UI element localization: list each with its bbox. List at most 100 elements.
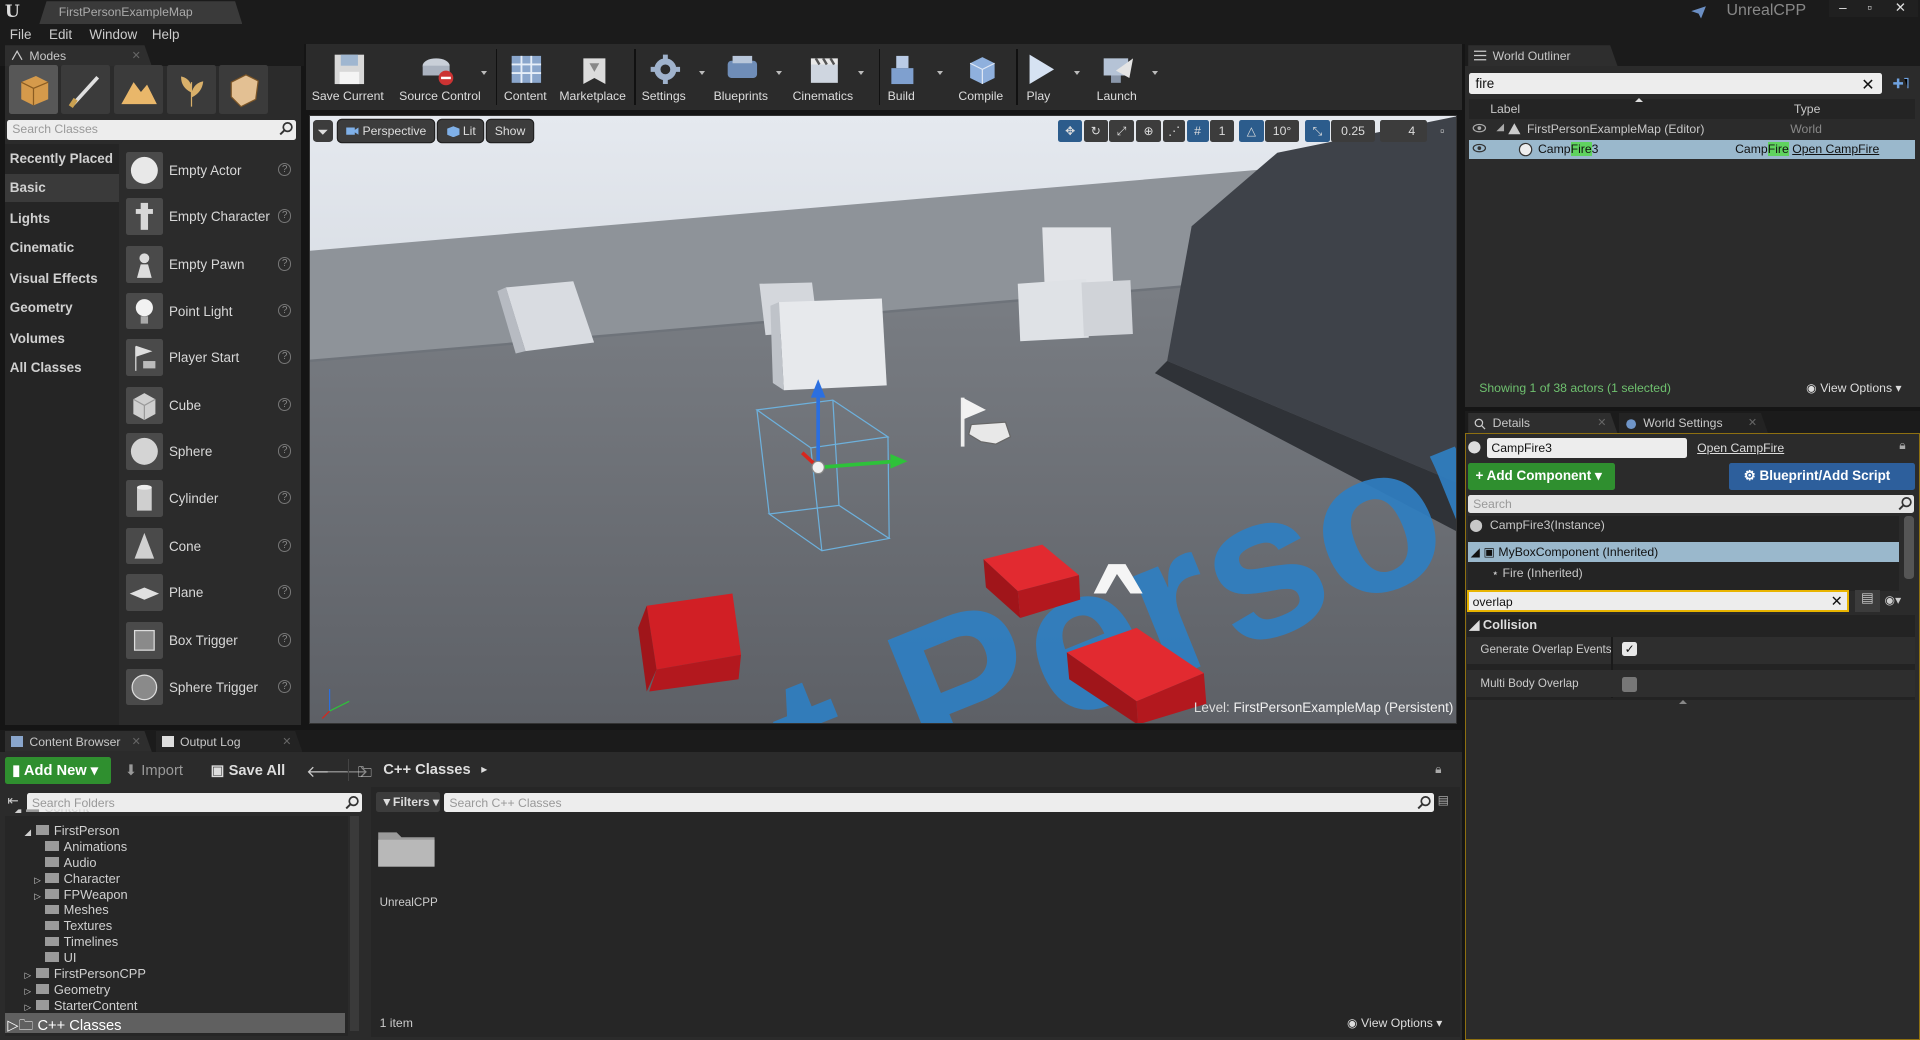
clear-filter-icon[interactable]: ✕ <box>1831 593 1843 610</box>
tree-row[interactable]: ◢FirstPerson <box>24 823 119 838</box>
place-item-cylinder[interactable]: Cylinder? <box>122 475 298 520</box>
minimize-button[interactable]: – <box>1829 0 1856 17</box>
place-item-empty-pawn[interactable]: Empty Pawn? <box>122 241 298 286</box>
generate-overlap-events-checkbox[interactable]: ✓ <box>1622 642 1637 657</box>
clear-search-icon[interactable]: ✕ <box>1861 75 1874 95</box>
search-folders-input[interactable]: Search Folders <box>27 793 363 811</box>
close-window-button[interactable]: ✕ <box>1883 0 1917 17</box>
content-button[interactable]: Content <box>489 49 562 108</box>
marketplace-button[interactable]: Marketplace <box>556 49 629 108</box>
tab-content-browser[interactable]: Content Browser ✕ <box>5 731 152 752</box>
help-icon[interactable]: ? <box>278 350 291 363</box>
expand-arrow-icon[interactable]: ▷ <box>34 891 45 902</box>
tree-row[interactable]: Textures <box>34 918 112 933</box>
geometry-mode-button[interactable] <box>219 65 268 114</box>
category-visual-effects[interactable]: Visual Effects <box>5 264 119 292</box>
category-geometry[interactable]: Geometry <box>5 294 119 322</box>
tree-row[interactable]: ▷Character <box>34 871 120 886</box>
play-button[interactable]: Play <box>1002 49 1075 108</box>
details-search-input[interactable]: Search <box>1468 495 1914 513</box>
grid-snap-value[interactable]: 1 <box>1210 120 1234 142</box>
tree-row-cpp-classes[interactable]: ▷🗀︎ C++ Classes <box>7 1015 121 1039</box>
tree-row[interactable]: ▷FirstPersonCPP <box>24 966 145 981</box>
tree-row[interactable]: Meshes <box>34 902 108 917</box>
grid-snap-icon[interactable]: # <box>1187 120 1209 142</box>
content-view-options[interactable]: ◉ View Options ▾ <box>1347 1016 1443 1030</box>
eye-icon[interactable] <box>1472 122 1487 134</box>
category-volumes[interactable]: Volumes <box>5 324 119 352</box>
tree-row[interactable]: ▷Geometry <box>24 982 110 997</box>
place-item-sphere[interactable]: Sphere? <box>122 429 298 474</box>
level-viewport[interactable]: st Person Tem <box>309 115 1458 724</box>
help-icon[interactable]: ? <box>278 304 291 317</box>
settings-button[interactable]: Settings <box>627 49 700 108</box>
menu-window[interactable]: Window <box>89 27 137 42</box>
category-cinematic[interactable]: Cinematic <box>5 234 119 262</box>
folder-tile-unrealcpp[interactable] <box>377 825 436 869</box>
add-component-button[interactable]: + Add Component ▾ <box>1468 463 1615 490</box>
category-lights[interactable]: Lights <box>5 204 119 232</box>
save-search-icon[interactable]: ▤ <box>1438 793 1450 807</box>
component-instance[interactable]: ⬤ CampFire3(Instance) <box>1469 518 1604 532</box>
actor-name-field[interactable]: CampFire3 <box>1487 438 1688 458</box>
collapse-arrow-icon[interactable]: ◢ <box>1471 545 1480 559</box>
visibility-filter-icon[interactable]: ◉▾ <box>1885 593 1902 607</box>
place-item-box-trigger[interactable]: Box Trigger? <box>122 617 298 662</box>
help-icon[interactable]: ? <box>278 491 291 504</box>
column-type-header[interactable]: Type <box>1794 102 1821 116</box>
save-current-button[interactable]: Save Current <box>311 49 384 108</box>
collapse-arrow-icon[interactable]: ◢ <box>1469 617 1479 632</box>
menu-edit[interactable]: Edit <box>49 27 72 42</box>
help-icon[interactable]: ? <box>278 163 291 176</box>
help-icon[interactable]: ? <box>278 209 291 222</box>
help-icon[interactable]: ? <box>278 398 291 411</box>
component-tree-scrollbar[interactable] <box>1904 516 1914 580</box>
close-icon[interactable]: ✕ <box>132 49 141 62</box>
paint-mode-button[interactable] <box>61 65 110 114</box>
collapse-advanced-icon[interactable] <box>1679 700 1687 704</box>
path-breadcrumb[interactable]: C++ Classes <box>383 762 470 778</box>
place-item-cone[interactable]: Cone? <box>122 523 298 568</box>
eye-icon[interactable] <box>1472 142 1487 154</box>
source-control-button[interactable]: Source Control <box>399 49 472 108</box>
help-icon[interactable]: ? <box>278 539 291 552</box>
collapse-arrow-icon[interactable]: ◢ <box>24 827 35 838</box>
foliage-mode-button[interactable] <box>167 65 216 114</box>
close-icon[interactable]: ✕ <box>132 735 141 748</box>
search-classes-input[interactable]: Search Classes <box>7 120 296 140</box>
column-label-header[interactable]: Label <box>1490 102 1520 116</box>
collapse-arrow-icon[interactable]: ▷ <box>7 1018 18 1034</box>
add-filter-icon[interactable] <box>1892 76 1909 91</box>
scale-snap-icon[interactable]: ⤡ <box>1305 120 1329 142</box>
menu-file[interactable]: File <box>10 27 32 42</box>
help-icon[interactable]: ? <box>278 585 291 598</box>
category-basic[interactable]: Basic <box>5 174 119 202</box>
maximize-button[interactable]: ▫ <box>1856 0 1883 17</box>
show-button[interactable]: Show <box>487 120 532 142</box>
cinematics-button[interactable]: Cinematics <box>786 49 859 108</box>
launch-button[interactable]: Launch <box>1080 49 1153 108</box>
scale-snap-value[interactable]: 0.25 <box>1331 120 1375 142</box>
tab-output-log[interactable]: Output Log ✕ <box>156 731 303 752</box>
component-fire[interactable]: ⋆ Fire (Inherited) <box>1491 566 1582 580</box>
chevron-down-icon[interactable] <box>1152 71 1158 75</box>
world-space-icon[interactable]: ⊕ <box>1136 120 1160 142</box>
tab-details[interactable]: Details ✕ <box>1468 413 1617 434</box>
outliner-row-campfire3[interactable]: CampFire3 CampFire Open CampFire <box>1469 140 1915 160</box>
lock-icon[interactable]: 🔒︎ <box>1899 438 1906 453</box>
blueprints-button[interactable]: Blueprints <box>704 49 777 108</box>
breadcrumb-arrow-icon[interactable]: ▸ <box>481 762 487 776</box>
filters-button[interactable]: ▼Filters ▾ <box>376 792 440 812</box>
collapse-arrow-icon[interactable]: ◢ <box>1496 122 1504 133</box>
close-icon[interactable]: ✕ <box>282 735 291 748</box>
help-icon[interactable]: ? <box>278 257 291 270</box>
collision-section-header[interactable]: ◢ Collision <box>1469 617 1537 633</box>
help-icon[interactable]: ? <box>278 680 291 693</box>
chevron-down-icon[interactable] <box>481 71 487 75</box>
menu-help[interactable]: Help <box>152 27 180 42</box>
place-item-plane[interactable]: Plane? <box>122 569 298 614</box>
landscape-mode-button[interactable] <box>114 65 163 114</box>
blueprint-add-script-button[interactable]: ⚙︎ Blueprint/Add Script <box>1729 463 1915 490</box>
tree-scrollbar[interactable] <box>350 816 359 1032</box>
sources-toggle-icon[interactable]: ⇤ <box>7 793 18 809</box>
